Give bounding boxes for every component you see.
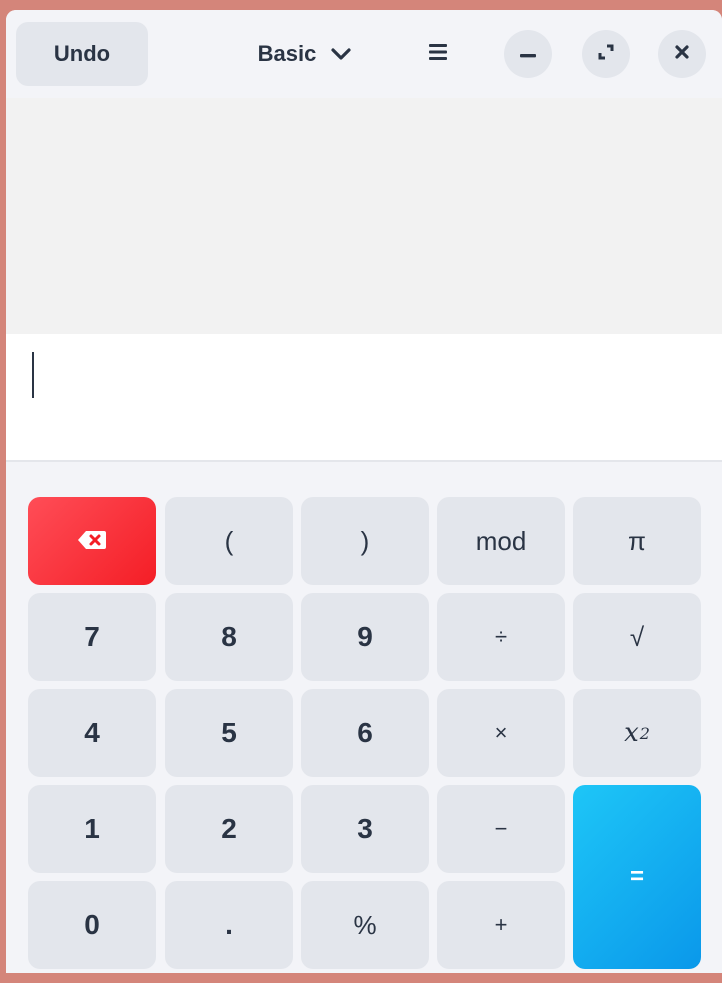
expression-entry[interactable]: [6, 334, 722, 462]
desktop-background: [0, 973, 722, 983]
close-paren-button[interactable]: ): [301, 497, 429, 585]
maximize-icon: [597, 43, 615, 66]
digit-7-button[interactable]: 7: [28, 593, 156, 681]
percent-button[interactable]: %: [301, 881, 429, 969]
add-button[interactable]: +: [437, 881, 565, 969]
headerbar: Undo Basic: [6, 10, 722, 98]
digit-5-button[interactable]: 5: [165, 689, 293, 777]
digit-9-button[interactable]: 9: [301, 593, 429, 681]
sqrt-button[interactable]: √: [573, 593, 701, 681]
calculator-window: Undo Basic () mod π 7 8 9 ÷ √ 4 5 6 × x…: [6, 10, 722, 983]
decimal-button[interactable]: .: [165, 881, 293, 969]
divide-button[interactable]: ÷: [437, 593, 565, 681]
equals-button[interactable]: =: [573, 785, 701, 969]
square-button[interactable]: x2: [573, 689, 701, 777]
main-menu-button[interactable]: [414, 30, 462, 78]
digit-2-button[interactable]: 2: [165, 785, 293, 873]
close-button[interactable]: [658, 30, 706, 78]
maximize-button[interactable]: [582, 30, 630, 78]
digit-6-button[interactable]: 6: [301, 689, 429, 777]
digit-4-button[interactable]: 4: [28, 689, 156, 777]
undo-button[interactable]: Undo: [16, 22, 148, 86]
digit-0-button[interactable]: 0: [28, 881, 156, 969]
mod-button[interactable]: mod: [437, 497, 565, 585]
mode-dropdown[interactable]: Basic: [244, 30, 366, 78]
minimize-icon: [520, 45, 536, 63]
multiply-button[interactable]: ×: [437, 689, 565, 777]
minimize-button[interactable]: [504, 30, 552, 78]
backspace-button[interactable]: [28, 497, 156, 585]
text-cursor: [32, 352, 34, 398]
square-exponent: 2: [639, 723, 650, 743]
backspace-icon: [77, 526, 107, 557]
chevron-down-icon: [330, 41, 352, 67]
close-icon: [674, 44, 690, 65]
hamburger-menu-icon: [428, 43, 448, 66]
open-paren-button[interactable]: (: [165, 497, 293, 585]
subtract-button[interactable]: −: [437, 785, 565, 873]
digit-3-button[interactable]: 3: [301, 785, 429, 873]
digit-8-button[interactable]: 8: [165, 593, 293, 681]
history-view: [6, 98, 722, 334]
pi-button[interactable]: π: [573, 497, 701, 585]
keypad: ( ) mod π 7 8 9 ÷ √ 4 5 6 × x2 1 2 3 − =…: [6, 462, 722, 983]
square-base: x: [624, 718, 639, 748]
digit-1-button[interactable]: 1: [28, 785, 156, 873]
mode-label: Basic: [257, 41, 317, 66]
